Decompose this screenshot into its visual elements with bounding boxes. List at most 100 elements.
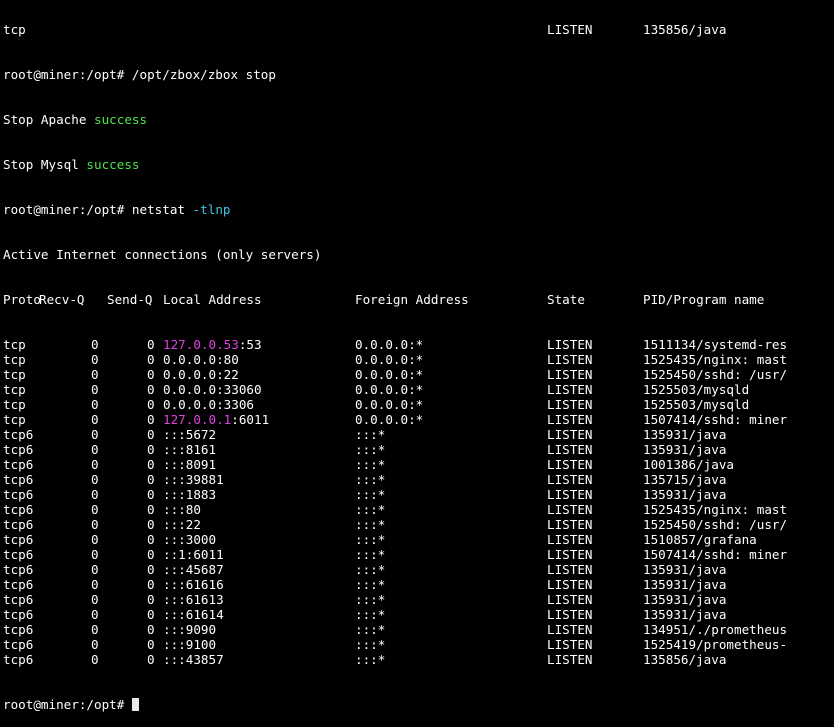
local-port: :::43857 [163,652,224,667]
local-address-cell: :::9100 [163,637,216,652]
state-cell: LISTEN [547,352,593,367]
sendq-cell: 0 [147,472,155,487]
local-port: :::9100 [163,637,217,652]
shell-prompt: root@miner:/opt# [3,67,132,82]
sendq-cell: 0 [147,367,155,382]
recvq-cell: 0 [91,577,99,592]
local-address-cell: 0.0.0.0:22 [163,367,239,382]
local-port: :::8091 [163,457,217,472]
foreign-address-cell: :::* [355,532,386,547]
local-port: 0.0.0.0:80 [163,352,239,367]
proto-cell: tcp6 [3,427,34,442]
foreign-address-cell: :::* [355,652,386,667]
local-port: :53 [238,337,262,352]
local-port: :::8161 [163,442,217,457]
pid-cell: 135931/java [643,442,727,457]
local-address-cell: 127.0.0.1:6011 [163,412,269,427]
state-cell: LISTEN [547,532,593,547]
pid-cell: 1507414/sshd: miner [643,412,788,427]
proto-cell: tcp6 [3,562,34,577]
table-row: tcp6 0 0:::8091:::* LISTEN 1001386/java [0,457,834,472]
pid-cell: 135931/java [643,427,727,442]
pid-cell: 1525450/sshd: /usr/ [643,367,788,382]
table-row: tcp6 0 0:::22:::* LISTEN 1525450/sshd: /usr/ [0,517,834,532]
foreign-address-cell: 0.0.0.0:* [355,352,424,367]
foreign-address-cell: :::* [355,547,386,562]
output-line: Stop Apache success [0,112,834,127]
success-text: success [86,157,140,172]
recvq-cell: 0 [91,442,99,457]
foreign-address-cell: :::* [355,442,386,457]
sendq-cell: 0 [147,577,155,592]
state-cell: LISTEN [547,592,593,607]
recvq-cell: 0 [91,607,99,622]
recvq-cell: 0 [91,457,99,472]
proto-cell: tcp [3,397,26,412]
recvq-cell: 0 [91,412,99,427]
recvq-cell: 0 [91,337,99,352]
local-port: :::22 [163,517,201,532]
loopback-ip: 127.0.0.1 [163,412,232,427]
local-address-cell: :::61614 [163,607,224,622]
output-banner: Active Internet connections (only server… [3,247,322,262]
recvq-cell: 0 [91,382,99,397]
recvq-cell: 0 [91,622,99,637]
table-row: tcp 0 0 0.0.0.0:80 0.0.0.0:* LISTEN 1525435/ng… [0,352,834,367]
pid-cell: 135931/java [643,592,727,607]
header-proto: Proto [3,292,41,307]
state-cell: LISTEN [547,607,593,622]
header-foreign-address: Foreign Address [355,292,469,307]
foreign-address-cell: 0.0.0.0:* [355,382,424,397]
table-row: tcp6 0 0:::80:::* LISTEN 1525435/nginx: mast [0,502,834,517]
recvq-cell: 0 [91,472,99,487]
sendq-cell: 0 [147,607,155,622]
foreign-address-cell: :::* [355,472,386,487]
command-line: root@miner:/opt# /opt/zbox/zbox stop [0,67,834,82]
table-row: tcp6 0 0:::61614:::* LISTEN 135931/java [0,607,834,622]
header-state: State [547,292,585,307]
proto-cell: tcp [3,22,26,37]
proto-cell: tcp [3,352,26,367]
table-row: tcp6 0 0:::43857:::* LISTEN 135856/java [0,652,834,667]
proto-cell: tcp6 [3,532,34,547]
proto-cell: tcp6 [3,637,34,652]
pid-cell: 1525503/mysqld [643,382,750,397]
pid-cell: 1507414/sshd: miner [643,547,788,562]
proto-cell: tcp6 [3,442,34,457]
local-port: ::1:6011 [163,547,224,562]
pid-cell: 1525503/mysqld [643,397,750,412]
local-port: :::61613 [163,592,224,607]
foreign-address-cell: :::* [355,637,386,652]
local-address-cell: :::1883 [163,487,216,502]
recvq-cell: 0 [91,562,99,577]
table-row: tcp6 0 0:::39881:::* LISTEN 135715/java [0,472,834,487]
proto-cell: tcp [3,337,26,352]
state-cell: LISTEN [547,502,593,517]
sendq-cell: 0 [147,547,155,562]
terminal-window[interactable]: tcp LISTEN 135856/java root@miner:/opt# … [0,0,834,727]
local-port: 0.0.0.0:3306 [163,397,254,412]
proto-cell: tcp6 [3,472,34,487]
local-port: :::5672 [163,427,217,442]
pid-cell: 135856/java [643,22,727,37]
local-address-cell: :::80 [163,502,201,517]
foreign-address-cell: 0.0.0.0:* [355,337,424,352]
local-address-cell: :::5672 [163,427,216,442]
pid-cell: 1525435/nginx: mast [643,352,788,367]
table-row: tcp6 0 0:::9100:::* LISTEN 1525419/prometheu… [0,637,834,652]
final-prompt-line[interactable]: root@miner:/opt# [0,697,834,712]
sendq-cell: 0 [147,337,155,352]
header-recvq: Recv-Q [39,292,85,307]
state-cell: LISTEN [547,442,593,457]
state-cell: LISTEN [547,577,593,592]
table-row: tcp6 0 0:::3000:::* LISTEN 1510857/grafana [0,532,834,547]
local-port: :::80 [163,502,201,517]
state-cell: LISTEN [547,367,593,382]
pid-cell: 1001386/java [643,457,734,472]
local-address-cell: :::3000 [163,532,216,547]
state-cell: LISTEN [547,472,593,487]
local-address-cell: :::45687 [163,562,224,577]
header-pid-program: PID/Program name [643,292,765,307]
local-address-cell: 0.0.0.0:3306 [163,397,254,412]
local-port: :::1883 [163,487,217,502]
